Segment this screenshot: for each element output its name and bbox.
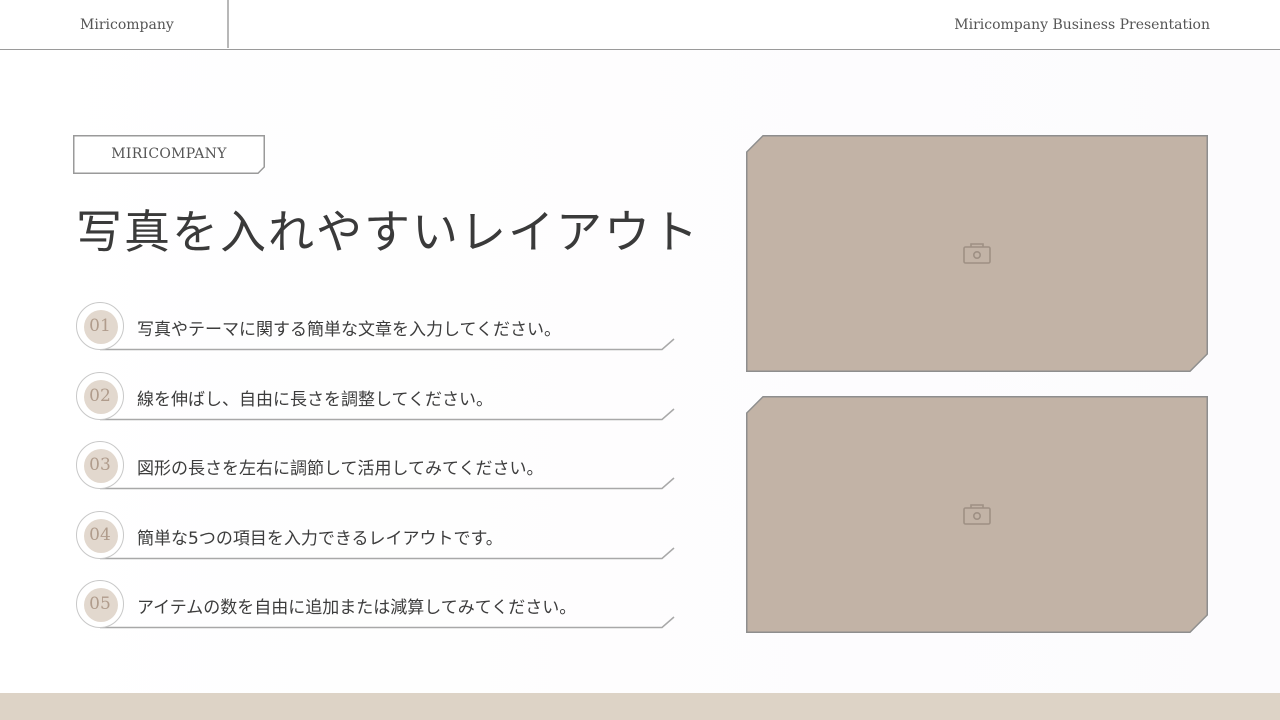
photo-placeholder[interactable] — [746, 135, 1208, 372]
presentation-title: Miricompany Business Presentation — [954, 17, 1210, 33]
item-number: 04 — [89, 525, 111, 545]
footer-bar — [0, 693, 1280, 720]
item-text: 図形の長さを左右に調節して活用してみてください。 — [137, 459, 544, 479]
list-item: 04 簡単な5つの項目を入力できるレイアウトです。 — [74, 511, 678, 561]
camera-icon — [963, 504, 991, 525]
item-text: 簡単な5つの項目を入力できるレイアウトです。 — [137, 529, 503, 549]
company-name: Miricompany — [80, 17, 174, 33]
item-number: 03 — [89, 455, 111, 475]
header-bar: Miricompany Miricompany Business Present… — [0, 0, 1280, 50]
item-number: 01 — [89, 316, 111, 336]
item-text: 写真やテーマに関する簡単な文章を入力してください。 — [137, 320, 561, 340]
item-number: 02 — [89, 386, 111, 406]
list-item: 01 写真やテーマに関する簡単な文章を入力してください。 — [74, 302, 678, 352]
section-tag: MIRICOMPANY — [73, 135, 265, 174]
item-text: アイテムの数を自由に追加または減算してみてください。 — [137, 598, 577, 618]
page-title: 写真を入れやすいレイアウト — [76, 205, 700, 259]
list-item: 05 アイテムの数を自由に追加または減算してみてください。 — [74, 580, 678, 630]
header-divider — [227, 0, 229, 48]
list-item: 03 図形の長さを左右に調節して活用してみてください。 — [74, 441, 678, 491]
list-item: 02 線を伸ばし、自由に長さを調整してください。 — [74, 372, 678, 422]
camera-icon — [963, 243, 991, 264]
item-text: 線を伸ばし、自由に長さを調整してください。 — [137, 390, 493, 410]
item-number: 05 — [89, 594, 111, 614]
tag-label: MIRICOMPANY — [111, 146, 227, 162]
photo-placeholder[interactable] — [746, 396, 1208, 633]
